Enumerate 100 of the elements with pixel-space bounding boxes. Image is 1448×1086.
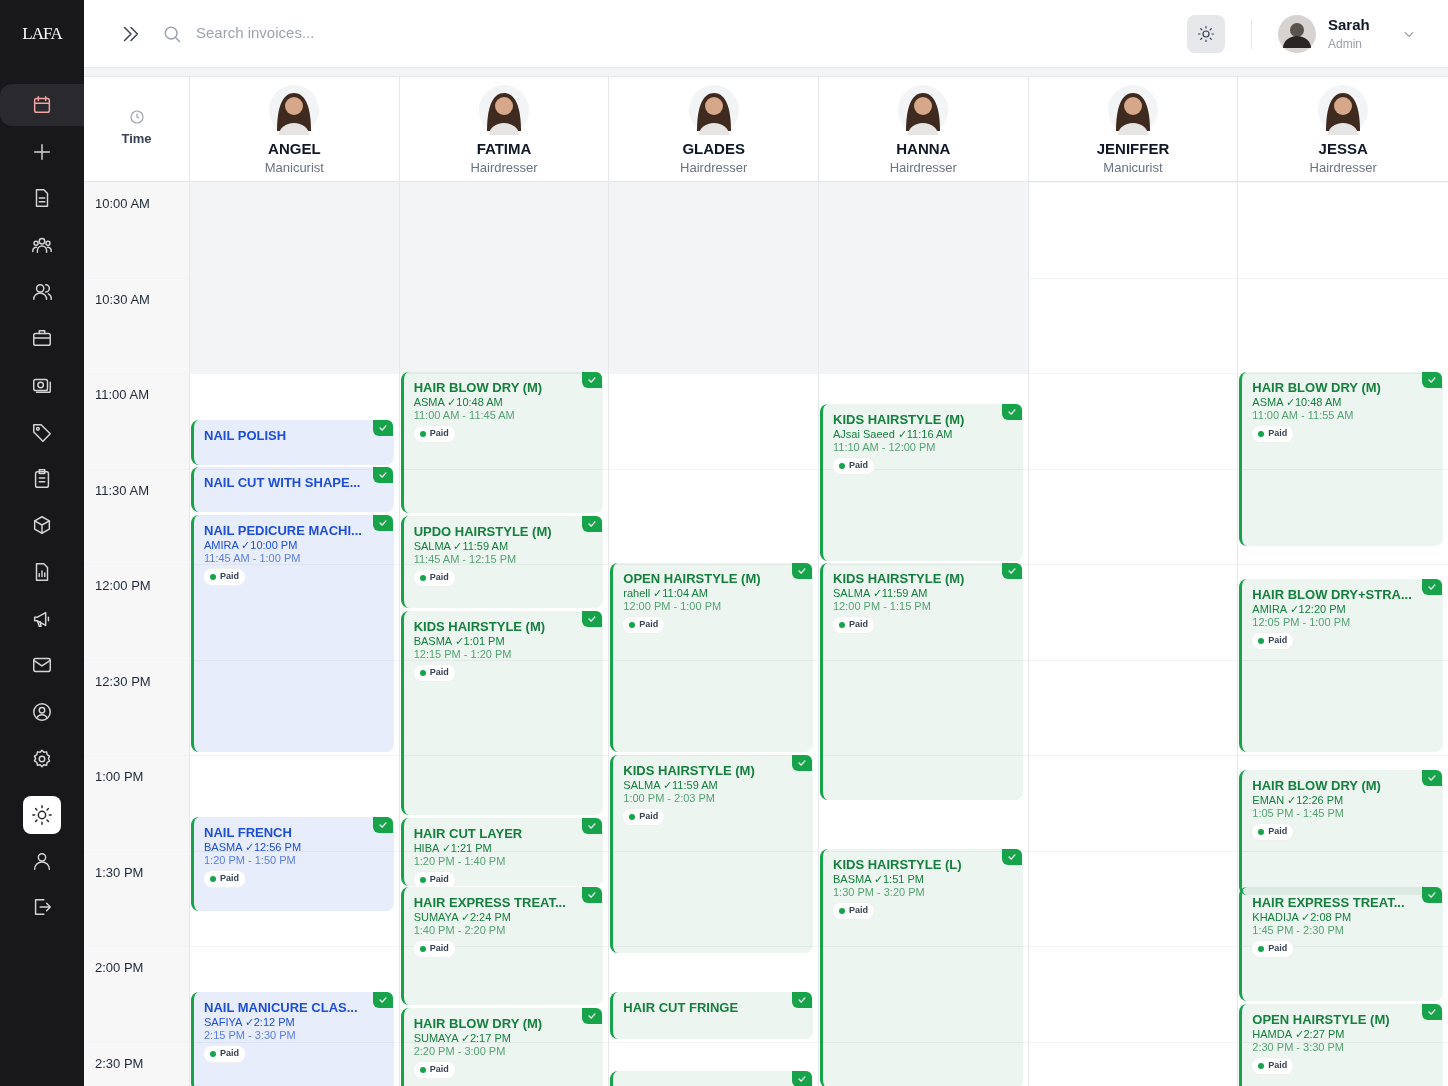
user-menu-button[interactable]: Sarah Admin bbox=[1278, 14, 1416, 53]
appointment-card[interactable]: KIDS HAIRSTYLE (M) AJsai Saeed ✓11:16 AM 11:10 AM - 12:00 PM Paid bbox=[820, 404, 1023, 561]
paid-badge: Paid bbox=[413, 570, 455, 586]
staff-avatar bbox=[1318, 85, 1369, 135]
client-checkin: KHADIJA ✓2:08 PM bbox=[1252, 911, 1353, 924]
appointment-title: OPEN HAIRSTYLE (M) bbox=[623, 571, 762, 587]
appointment-time: 11:45 AM - 12:15 PM bbox=[413, 553, 518, 566]
avatar bbox=[1278, 14, 1316, 53]
paid-badge: Paid bbox=[413, 665, 455, 681]
paid-badge: Paid bbox=[623, 617, 665, 633]
time-label: 12:00 PM bbox=[95, 578, 151, 593]
appointment-title: KIDS HAIRSTYLE (M) bbox=[623, 763, 756, 779]
staff-role: Hairdresser bbox=[889, 159, 957, 177]
staff-role: Manicurist bbox=[1103, 159, 1163, 177]
appointment-card[interactable]: KIDS HAIRSTYLE (M) SALMA ✓11:59 AM 1:00 PM - 2:03 PM Paid bbox=[610, 755, 813, 953]
appointment-time: 11:00 AM - 11:55 AM bbox=[1252, 409, 1355, 422]
staff-avatar bbox=[898, 85, 949, 135]
paid-badge: Paid bbox=[413, 426, 455, 442]
appointment-card[interactable]: HAIR BLOW DRY (M) ASMA ✓10:48 AM 11:00 AM - 11:55 AM Paid bbox=[1239, 372, 1443, 546]
appointment-card[interactable]: NAIL POLISH bbox=[191, 420, 394, 465]
time-label: 11:00 AM bbox=[95, 387, 149, 402]
time-label: 2:00 PM bbox=[95, 960, 144, 975]
appointment-time: 1:30 PM - 3:20 PM bbox=[833, 886, 926, 899]
staff-avatar bbox=[479, 85, 529, 135]
appointment-card[interactable]: NAIL CUT WITH SHAPE... bbox=[191, 467, 394, 512]
theme-button[interactable] bbox=[23, 796, 61, 835]
staff-name: ANGEL bbox=[268, 139, 321, 159]
appointment-card[interactable]: OPEN HAIRSTYLE (M) HAMDA ✓2:27 PM 2:30 PM - 3:30 PM Paid bbox=[1239, 1004, 1443, 1086]
staff-role: Manicurist bbox=[264, 159, 324, 177]
box-icon bbox=[31, 514, 53, 537]
client-checkin: SALMA ✓11:59 AM bbox=[623, 779, 719, 792]
search-input[interactable]: Search invoices... bbox=[196, 22, 562, 45]
calendar-nav-item[interactable] bbox=[0, 84, 84, 126]
appointment-title: HAIR CUT FRINGE bbox=[623, 1000, 740, 1016]
appointment-time: 1:20 PM - 1:50 PM bbox=[204, 854, 297, 867]
time-heading: Time bbox=[121, 130, 152, 149]
appointment-title: HAIR BLOW DRY (M) bbox=[1252, 380, 1382, 396]
paid-badge: Paid bbox=[413, 872, 455, 886]
paid-badge: Paid bbox=[833, 903, 874, 919]
appointment-card[interactable]: NAIL MANICURE CLAS... SAFIYA ✓2:12 PM 2:15 PM - 3:30 PM Paid bbox=[191, 992, 394, 1086]
appointment-title: HAIR BLOW DRY+STRA... bbox=[1252, 587, 1413, 603]
time-label: 1:00 PM bbox=[95, 769, 144, 784]
paid-badge: Paid bbox=[1252, 941, 1294, 957]
client-checkin: AMIRA ✓12:20 PM bbox=[1252, 603, 1347, 616]
staff-name: FATIMA bbox=[476, 139, 532, 159]
appointment-card[interactable]: NAIL FRENCH BASMA ✓12:56 PM 1:20 PM - 1:50 PM Paid bbox=[191, 817, 394, 911]
appointment-card[interactable]: KIDS HAIRSTYLE (M) SALMA ✓11:59 AM 12:00 PM - 1:15 PM Paid bbox=[820, 563, 1023, 800]
user-circle-icon bbox=[31, 700, 53, 723]
appointment-title: NAIL CUT WITH SHAPE... bbox=[204, 475, 362, 491]
paid-badge: Paid bbox=[1252, 824, 1294, 840]
appointment-time: 1:20 PM - 1:40 PM bbox=[413, 855, 507, 868]
appointment-card[interactable]: KIDS HAIRSTYLE (M) BASMA ✓1:01 PM 12:15 PM - 1:20 PM Paid bbox=[400, 611, 604, 815]
client-checkin: BASMA ✓1:01 PM bbox=[413, 635, 506, 648]
appointment-title: NAIL PEDICURE MACHI... bbox=[204, 523, 363, 539]
appointment-card[interactable]: HAIR CUT LAYER HIBA ✓1:21 PM 1:20 PM - 1:40 PM Paid bbox=[400, 818, 604, 886]
appointment-card[interactable]: OPEN HAIRSTYLE (M) rahell ✓11:04 AM 12:00 PM - 1:00 PM Paid bbox=[610, 563, 813, 752]
client-checkin: SUMAYA ✓2:17 PM bbox=[413, 1032, 512, 1045]
clock-icon bbox=[128, 109, 145, 126]
appointment-title: UPDO HAIRSTYLE (M) bbox=[413, 524, 553, 540]
appointment-time: 12:05 PM - 1:00 PM bbox=[1252, 616, 1352, 629]
paid-badge: Paid bbox=[413, 1062, 455, 1078]
appointment-card[interactable]: HAIR CUT FRINGE bbox=[610, 992, 813, 1039]
staff-name: JESSA bbox=[1318, 139, 1368, 159]
staff-avatar bbox=[688, 85, 739, 135]
client-checkin: ASMA ✓10:48 AM bbox=[1252, 396, 1343, 409]
appointment-title: OPEN HAIRSTYLE (M) bbox=[1252, 1012, 1391, 1028]
appointment-title: KIDS HAIRSTYLE (M) bbox=[833, 571, 966, 587]
appointment-card[interactable]: HAIR BLOW DRY+STRA... AMIRA ✓12:20 PM 12:05 PM - 1:00 PM Paid bbox=[1239, 579, 1443, 752]
appointment-title: KIDS HAIRSTYLE (L) bbox=[833, 857, 963, 873]
paid-badge: Paid bbox=[833, 458, 874, 474]
paid-badge: Paid bbox=[1252, 1058, 1294, 1074]
client-checkin: HIBA ✓1:21 PM bbox=[413, 842, 493, 855]
appointment-title: NAIL MANICURE CLAS... bbox=[204, 1000, 359, 1016]
staff-role: Hairdresser bbox=[680, 159, 748, 177]
paid-badge: Paid bbox=[1252, 426, 1294, 442]
appointment-card[interactable]: NAIL PEDICURE MACHI... AMIRA ✓10:00 PM 11:45 AM - 1:00 PM Paid bbox=[191, 515, 394, 752]
time-label: 12:30 PM bbox=[95, 673, 151, 689]
appointment-title: HAIR BLOW DRY (M) bbox=[413, 380, 544, 396]
appointment-time: 2:20 PM - 3:00 PM bbox=[413, 1045, 507, 1058]
paid-badge: Paid bbox=[204, 569, 245, 585]
appointment-time: 11:00 AM - 11:45 AM bbox=[413, 409, 516, 422]
appointment-card[interactable]: HAIR EXPRESS TREAT... SUMAYA ✓2:24 PM 1:40 PM - 2:20 PM Paid bbox=[400, 887, 604, 1005]
theme-toggle-button[interactable] bbox=[1187, 14, 1225, 53]
appointment-card[interactable]: HAIR BLOW DRY (M) ASMA ✓10:48 AM 11:00 AM - 11:45 AM Paid bbox=[400, 372, 604, 513]
sun-icon bbox=[1197, 24, 1215, 43]
appointment-time: 12:15 PM - 1:20 PM bbox=[413, 648, 513, 661]
appointment-card[interactable]: HAIR BLOW DRY (M) SUMAYA ✓2:17 PM 2:20 PM - 3:00 PM Paid bbox=[400, 1008, 604, 1086]
user-icon bbox=[31, 850, 53, 873]
appointment-card[interactable]: HAIR EXPRESS TREAT... KHADIJA ✓2:08 PM 1:45 PM - 2:30 PM Paid bbox=[1239, 887, 1443, 1001]
client-checkin: SUMAYA ✓2:24 PM bbox=[413, 911, 512, 924]
appointment-time: 2:30 PM - 3:30 PM bbox=[1252, 1041, 1346, 1054]
appointment-time: 12:00 PM - 1:00 PM bbox=[623, 600, 723, 613]
paid-badge: Paid bbox=[833, 617, 874, 633]
paid-badge: Paid bbox=[1252, 633, 1294, 649]
appointment-card[interactable]: UPDO HAIRSTYLE (M) SALMA ✓11:59 AM 11:45 AM - 12:15 PM Paid bbox=[400, 516, 604, 608]
appointment-card[interactable]: KIDS HAIRSTYLE (L) BASMA ✓1:51 PM 1:30 PM - 3:20 PM Paid bbox=[820, 849, 1023, 1086]
appointment-title: KIDS HAIRSTYLE (M) bbox=[833, 412, 966, 428]
appointment-time: 1:00 PM - 2:03 PM bbox=[623, 792, 717, 805]
paid-badge: Paid bbox=[413, 941, 455, 957]
time-label: 2:30 PM bbox=[95, 1055, 144, 1071]
